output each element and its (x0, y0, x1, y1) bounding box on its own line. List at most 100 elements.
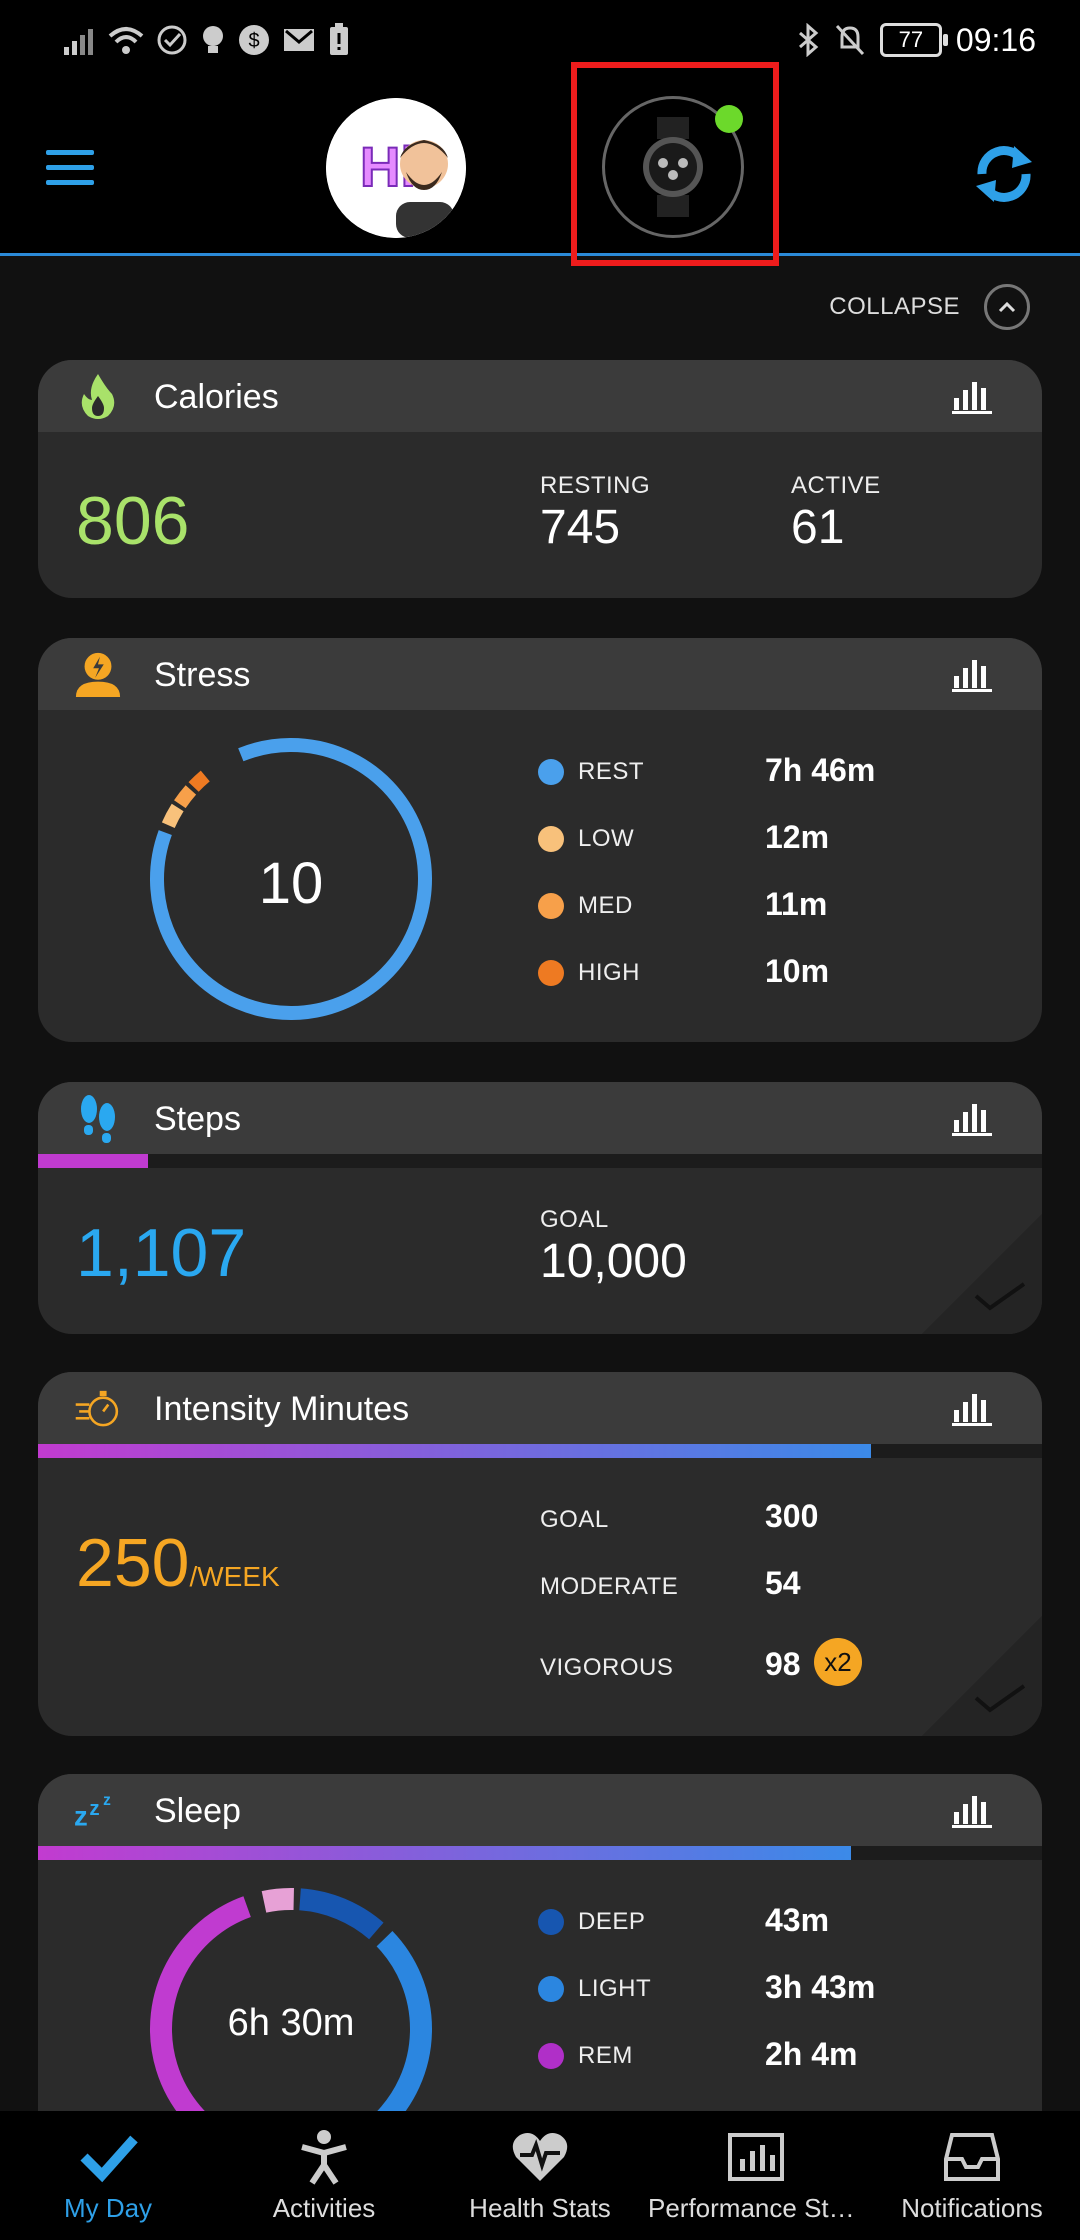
chart-bars-icon[interactable] (952, 1792, 992, 1828)
running-person-icon (301, 2130, 347, 2185)
steps-card-header: Steps (38, 1082, 1042, 1154)
vigorous-value: 98 (765, 1646, 801, 1682)
bulb-icon (203, 26, 223, 53)
nav-performance-stats[interactable]: Performance Sta... (648, 2111, 864, 2240)
chart-bars-icon[interactable] (952, 656, 992, 692)
sleep-light-label: LIGHT (578, 1975, 652, 2002)
calories-card[interactable]: Calories 806 RESTING 745 ACTIVE 61 (38, 360, 1042, 598)
intensity-card-header: Intensity Minutes (38, 1372, 1042, 1444)
checkmark-icon (974, 1282, 1026, 1311)
intensity-unit: /WEEK (189, 1561, 280, 1592)
sleep-progress-bar (38, 1846, 1042, 1860)
nav-activities[interactable]: Activities (216, 2111, 432, 2240)
chart-bars-icon[interactable] (952, 378, 992, 414)
wifi-icon (108, 27, 144, 54)
intensity-title: Intensity Minutes (154, 1390, 410, 1428)
footprints-icon (74, 1094, 122, 1143)
active-label: ACTIVE (791, 472, 881, 499)
nav-notifications[interactable]: Notifications (864, 2111, 1080, 2240)
sleep-title: Sleep (154, 1792, 241, 1830)
sleep-deep-value: 43m (765, 1902, 830, 1938)
calories-title: Calories (154, 378, 279, 416)
low-dot (538, 826, 564, 852)
stress-person-icon (74, 650, 122, 698)
high-dot (538, 960, 564, 986)
sleep-light-value: 3h 43m (765, 1969, 876, 2005)
sleep-card-header: z z z Sleep (38, 1774, 1042, 1846)
bluetooth-icon (798, 23, 819, 57)
checkmark-icon (974, 1684, 1026, 1713)
nav-my-day-label: My Day (63, 2193, 153, 2223)
bell-off-icon (835, 24, 865, 56)
moderate-label: MODERATE (540, 1573, 679, 1600)
sleep-deep-label: DEEP (578, 1908, 646, 1935)
inbox-tray-icon (944, 2133, 1000, 2181)
active-value: 61 (791, 501, 845, 554)
nav-notifications-label: Notifications (901, 2193, 1043, 2223)
signal-icon (64, 29, 93, 55)
status-right-icons: 77 09:16 (796, 18, 1036, 62)
checkmark-icon (80, 2135, 138, 2183)
steps-value: 1,107 (76, 1215, 247, 1291)
stress-title: Stress (154, 656, 251, 694)
chart-board-icon (728, 2133, 784, 2181)
goal-check-corner (922, 1616, 1042, 1736)
stress-card-header: Stress (38, 638, 1042, 710)
chevron-up-icon[interactable] (984, 284, 1030, 330)
intensity-card[interactable]: Intensity Minutes 250/WEEK GOAL 300 MODE… (38, 1372, 1042, 1736)
intensity-goal-value: 300 (765, 1498, 819, 1534)
nav-performance-stats-label: Performance Sta... (648, 2193, 864, 2223)
stress-level: 10 (258, 851, 324, 916)
stress-med-row: MED (538, 892, 633, 920)
nav-my-day[interactable]: My Day (0, 2111, 216, 2240)
svg-text:z: z (103, 1792, 111, 1809)
bottom-navigation: My Day Activities Health Stats Performan… (0, 2111, 1080, 2240)
steps-progress-fill (38, 1154, 149, 1168)
app-header: Hi (0, 80, 1080, 256)
sleep-zzz-icon: z z z (74, 1786, 122, 1834)
sleep-rem-label: REM (578, 2042, 633, 2069)
intensity-total: 250/WEEK (76, 1524, 280, 1602)
avatar[interactable]: Hi (326, 98, 466, 238)
collapse-label: COLLAPSE (829, 293, 960, 320)
intensity-progress-fill (38, 1444, 872, 1458)
svg-text:z: z (74, 1800, 88, 1831)
check-circle-icon (157, 25, 187, 55)
steps-goal-label: GOAL (540, 1206, 609, 1233)
status-clock: 09:16 (955, 21, 1036, 58)
intensity-progress-bar (38, 1444, 1042, 1458)
nav-health-stats[interactable]: Health Stats (432, 2111, 648, 2240)
stress-med-label: MED (578, 892, 633, 919)
resting-value: 745 (540, 501, 621, 554)
stress-high-label: HIGH (578, 959, 640, 986)
svg-text:z: z (89, 1797, 99, 1820)
flame-icon (74, 372, 122, 420)
sleep-rem-row: REM (538, 2042, 633, 2070)
stress-rest-label: REST (578, 758, 645, 785)
calories-total: 806 (76, 483, 190, 559)
collapse-control[interactable]: COLLAPSE (829, 284, 1030, 330)
steps-goal-value: 10,000 (540, 1235, 687, 1288)
status-bar: $ 77 09:16 (0, 0, 1080, 80)
heart-pulse-icon (512, 2133, 568, 2181)
resting-label: RESTING (540, 472, 651, 499)
battery-alert-icon (330, 23, 348, 55)
sleep-progress-fill (38, 1846, 852, 1860)
menu-icon[interactable] (46, 150, 94, 188)
steps-title: Steps (154, 1100, 241, 1138)
device-highlight (571, 62, 779, 266)
intensity-value: 250 (76, 1525, 190, 1601)
stress-card[interactable]: Stress 10 REST 7h 46m LOW 12m MED 11m HI… (38, 638, 1042, 1042)
chart-bars-icon[interactable] (952, 1390, 992, 1426)
sync-icon[interactable] (968, 138, 1040, 210)
deep-dot (538, 1909, 564, 1935)
stress-low-value: 12m (765, 819, 830, 855)
rem-dot (538, 2043, 564, 2069)
nav-activities-label: Activities (272, 2193, 376, 2223)
chart-bars-icon[interactable] (952, 1100, 992, 1136)
steps-card[interactable]: Steps 1,107 GOAL 10,000 (38, 1082, 1042, 1334)
steps-progress-bar (38, 1154, 1042, 1168)
light-dot (538, 1976, 564, 2002)
svg-text:$: $ (248, 30, 259, 52)
dollar-icon: $ (239, 25, 269, 55)
